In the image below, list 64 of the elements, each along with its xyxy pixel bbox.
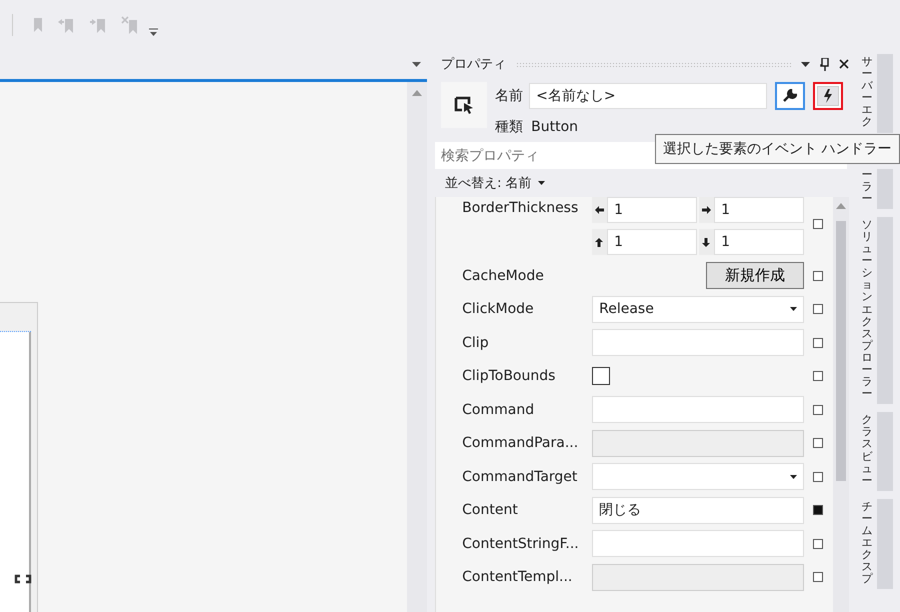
type-label: 種類	[495, 119, 524, 135]
thickness-field[interactable]: 1	[714, 229, 804, 255]
property-name: Clip	[461, 334, 490, 351]
dropdown-field[interactable]	[592, 463, 804, 490]
property-marker[interactable]	[813, 371, 824, 382]
property-name: ClickMode	[461, 301, 535, 318]
caret-icon	[538, 181, 545, 185]
up-arrow-icon	[594, 236, 606, 248]
property-name: CommandTarget	[461, 468, 578, 485]
thickness-field[interactable]: 1	[714, 197, 804, 223]
property-marker[interactable]	[813, 472, 824, 482]
property-marker[interactable]	[813, 505, 824, 516]
property-marker[interactable]	[813, 270, 824, 281]
side-tab[interactable]: サーバーエク	[855, 54, 894, 133]
side-tab[interactable]: ソリューションエクスプローラー	[855, 216, 894, 404]
property-marker[interactable]	[813, 538, 824, 549]
checkbox[interactable]	[592, 367, 610, 386]
side-tab[interactable]: ーラー	[855, 168, 894, 209]
property-name: Content	[461, 502, 519, 518]
caret-icon	[790, 307, 798, 312]
property-name: ClipToBounds	[461, 368, 556, 384]
property-name: CacheMode	[461, 268, 545, 284]
dropdown-icon[interactable]	[412, 62, 422, 67]
text-field[interactable]: 閉じる	[592, 496, 804, 524]
tooltip: 選択した要素のイベント ハンドラー	[655, 134, 900, 164]
dropdown-icon[interactable]	[801, 62, 810, 66]
left-arrow-icon	[594, 204, 606, 216]
thickness-field[interactable]: 1	[607, 197, 698, 223]
thickness-field[interactable]: 1	[607, 229, 698, 255]
side-tab[interactable]: チームエクスプ	[855, 498, 894, 590]
property-name: ContentTempl...	[461, 569, 574, 586]
element-icon	[441, 82, 488, 128]
properties-button[interactable]	[775, 82, 806, 110]
property-name: BorderThickness	[461, 199, 580, 216]
type-value: Button	[531, 119, 578, 135]
caret-icon	[790, 474, 798, 479]
lightning-icon	[823, 89, 834, 103]
property-name: ContentStringF...	[461, 536, 580, 552]
property-name: CommandPara...	[461, 435, 580, 452]
new-button[interactable]: 新規作成	[706, 262, 804, 290]
property-marker[interactable]	[813, 304, 824, 314]
side-tab[interactable]: クラスビュー	[855, 412, 894, 491]
pin-icon[interactable]	[820, 58, 830, 70]
dropdown-field[interactable]: Release	[592, 296, 804, 323]
name-label: 名前	[495, 87, 524, 105]
scrollbar[interactable]	[407, 82, 428, 612]
name-field[interactable]: <名前なし>	[529, 83, 768, 109]
text-field[interactable]	[592, 396, 804, 424]
events-button[interactable]	[813, 82, 844, 110]
resize-handle-icon[interactable]	[14, 574, 32, 584]
scrollbar[interactable]	[833, 197, 850, 612]
text-field[interactable]	[592, 329, 804, 356]
panel-title: プロパティ	[441, 56, 506, 73]
close-icon[interactable]	[839, 59, 850, 69]
wrench-icon	[783, 89, 798, 103]
property-marker[interactable]	[813, 338, 824, 348]
property-name: Command	[461, 402, 536, 418]
overflow-icon[interactable]	[149, 28, 158, 36]
property-marker[interactable]	[813, 404, 824, 415]
right-arrow-icon	[701, 204, 712, 216]
down-arrow-icon	[701, 236, 712, 248]
sort-dropdown[interactable]: 並べ替え: 名前	[445, 174, 545, 192]
text-field[interactable]	[592, 530, 804, 558]
property-marker[interactable]	[813, 219, 824, 229]
